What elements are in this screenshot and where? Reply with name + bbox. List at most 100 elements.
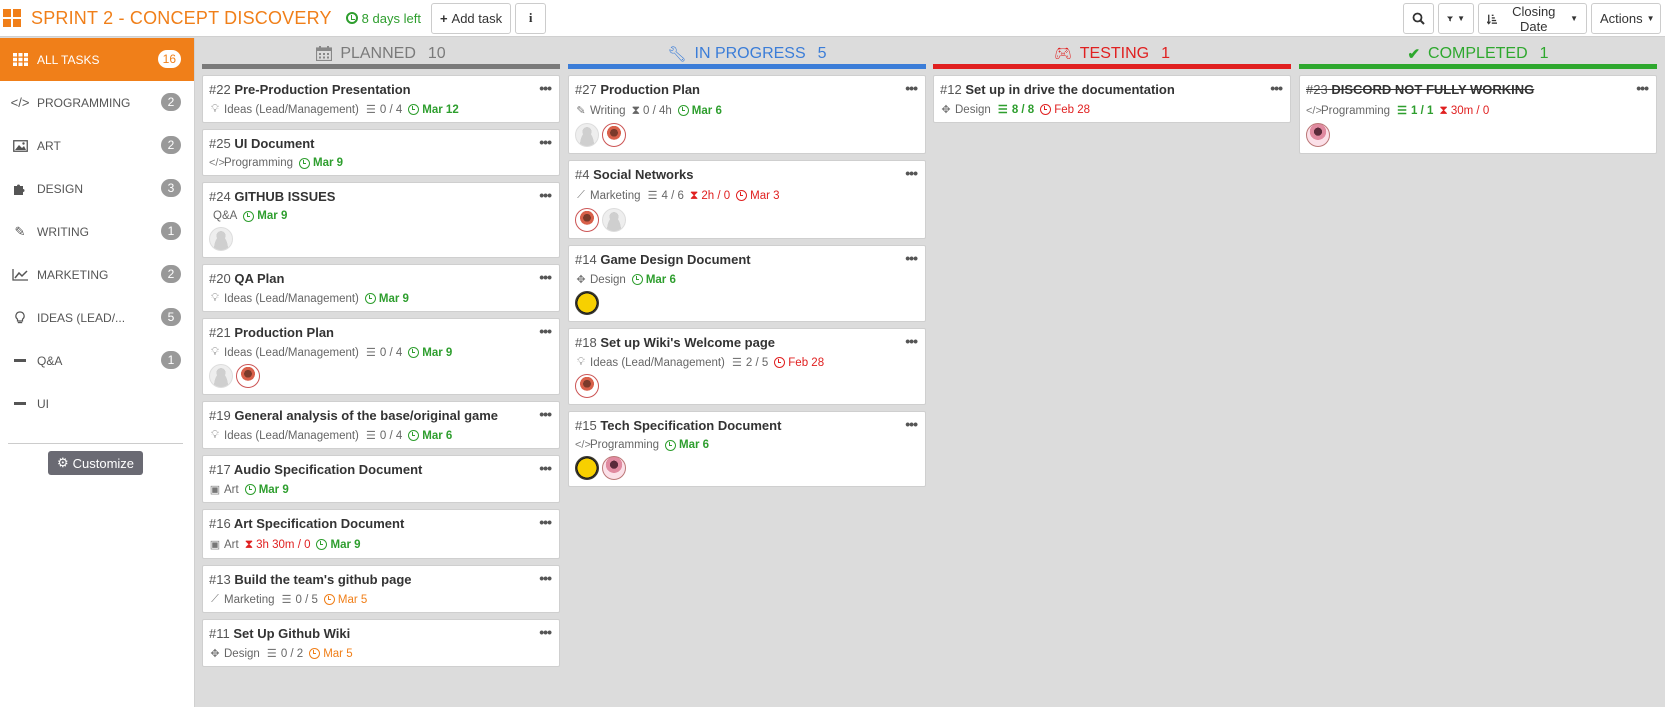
task-card[interactable]: #15 Tech Specification Document ••• </> P… (568, 411, 926, 487)
more-icon[interactable]: ••• (539, 269, 552, 285)
avatar[interactable] (602, 123, 626, 147)
clock-icon (244, 484, 256, 495)
sidebar-item-marketing[interactable]: MARKETING 2 (0, 253, 194, 296)
actions-dropdown[interactable]: Actions ▼ (1591, 3, 1661, 34)
more-icon[interactable]: ••• (905, 80, 918, 96)
task-card[interactable]: #21 Production Plan ••• 💡︎ Ideas (Lead/Ma… (202, 318, 560, 395)
chevron-down-icon: ▼ (1570, 14, 1578, 23)
more-icon[interactable]: ••• (539, 134, 552, 150)
more-icon[interactable]: ••• (539, 624, 552, 640)
sidebar-item-all-tasks[interactable]: ALL TASKS 16 (0, 38, 194, 81)
dash-icon (11, 354, 29, 368)
task-card[interactable]: #25 UI Document ••• </> Programming Mar 9 (202, 129, 560, 176)
card-meta: </> Programming ☰ 1 / 1 ⧗ 30m / 0 (1306, 103, 1490, 117)
avatar[interactable] (575, 123, 599, 147)
sidebar-item-label: DESIGN (37, 181, 84, 196)
card-meta: ▣ Art ⧗ 3h 30m / 0 Mar 9 (209, 537, 361, 551)
more-icon[interactable]: ••• (539, 514, 552, 530)
filter-button[interactable]: ▼ (1438, 3, 1474, 34)
column-color-bar (202, 64, 560, 69)
card-meta: ✎ Writing ⧗ 0 / 4h Mar 6 (576, 103, 722, 117)
top-bar: SPRINT 2 - CONCEPT DISCOVERY 8 days left… (0, 0, 1665, 37)
avatar[interactable] (575, 291, 599, 315)
task-card[interactable]: #16 Art Specification Document ••• ▣ Art … (202, 509, 560, 559)
more-icon[interactable]: ••• (905, 416, 918, 432)
sidebar-item-design[interactable]: DESIGN 3 (0, 167, 194, 210)
avatar[interactable] (1306, 123, 1330, 147)
task-card[interactable]: #13 Build the team's github page ••• ⟋ Ma… (202, 565, 560, 613)
customize-button[interactable]: ⚙ Customize (48, 451, 143, 475)
more-icon[interactable]: ••• (539, 406, 552, 422)
more-icon[interactable]: ••• (539, 323, 552, 339)
card-avatars (575, 374, 919, 398)
sidebar-item-writing[interactable]: ✎ WRITING 1 (0, 210, 194, 253)
sidebar-item-count: 5 (161, 308, 181, 326)
sidebar-item-label: IDEAS (LEAD/... (37, 310, 126, 325)
card-avatars (209, 364, 553, 388)
avatar[interactable] (575, 208, 599, 232)
task-card[interactable]: #17 Audio Specification Document ••• ▣ Ar… (202, 455, 560, 503)
avatar[interactable] (602, 208, 626, 232)
task-card[interactable]: #4 Social Networks ••• ⟋ Marketing ☰ 4 / 6… (568, 160, 926, 239)
column-header: ✔ COMPLETED 1 (1299, 38, 1657, 69)
task-card[interactable]: #14 Game Design Document ••• ✥ Design Mar… (568, 245, 926, 322)
card-title: #20 QA Plan (209, 271, 285, 286)
toolbar-right: ▼ Closing Date ▼ Actions ▼ (1403, 3, 1661, 34)
task-card[interactable]: #19 General analysis of the base/origina… (202, 401, 560, 449)
sidebar-item-qa[interactable]: Q&A 1 (0, 339, 194, 382)
sidebar-item-label: ALL TASKS (37, 52, 100, 67)
card-avatars (575, 123, 919, 147)
avatar[interactable] (209, 227, 233, 251)
avatar[interactable] (602, 456, 626, 480)
sprint-title: SPRINT 2 - CONCEPT DISCOVERY (31, 7, 332, 28)
task-card[interactable]: #23 DISCORD NOT FULLY WORKING ••• </> Pro… (1299, 75, 1657, 154)
apps-grid-icon[interactable] (3, 9, 21, 27)
more-icon[interactable]: ••• (1270, 80, 1283, 96)
task-card[interactable]: #27 Production Plan ••• ✎ Writing ⧗ 0 / 4h… (568, 75, 926, 154)
avatar[interactable] (575, 456, 599, 480)
avatar[interactable] (236, 364, 260, 388)
filter-icon (1447, 15, 1454, 22)
sidebar-item-count: 2 (161, 265, 181, 283)
task-card[interactable]: #24 GITHUB ISSUES ••• Q&A Mar 9 (202, 182, 560, 258)
grid-icon (11, 53, 29, 67)
card-title: #25 UI Document (209, 136, 315, 151)
sidebar-item-art[interactable]: ART 2 (0, 124, 194, 167)
sort-dropdown[interactable]: Closing Date ▼ (1478, 3, 1587, 34)
lightbulb-icon: 💡︎ (577, 356, 585, 368)
search-button[interactable] (1403, 3, 1434, 34)
task-card[interactable]: #12 Set up in drive the documentation ••… (933, 75, 1291, 123)
sidebar-item-ideas[interactable]: IDEAS (LEAD/... 5 (0, 296, 194, 339)
more-icon[interactable]: ••• (539, 80, 552, 96)
clock-icon (1040, 104, 1052, 115)
task-card[interactable]: #18 Set up Wiki's Welcome page ••• 💡︎ Ide… (568, 328, 926, 405)
avatar[interactable] (209, 364, 233, 388)
more-icon[interactable]: ••• (905, 250, 918, 266)
column-count: 1 (1539, 44, 1549, 62)
add-task-button[interactable]: + Add task (430, 2, 512, 34)
sidebar-item-label: PROGRAMMING (37, 95, 131, 110)
clock-icon (323, 594, 335, 605)
task-card[interactable]: #11 Set Up Github Wiki ••• ✥ Design ☰ 0 / … (202, 619, 560, 667)
sidebar-item-programming[interactable]: </> PROGRAMMING 2 (0, 81, 194, 124)
card-meta: 💡︎ Ideas (Lead/Management) ☰ 0 / 4 Mar 6 (209, 429, 553, 442)
more-icon[interactable]: ••• (539, 570, 552, 586)
more-icon[interactable]: ••• (905, 165, 918, 181)
column-in-progress: 🔧︎ IN PROGRESS 5 #27 Production Plan •••… (568, 38, 926, 487)
card-title: #12 Set up in drive the documentation (940, 82, 1175, 97)
sidebar-item-ui[interactable]: UI (0, 382, 194, 425)
more-icon[interactable]: ••• (539, 187, 552, 203)
card-title: #24 GITHUB ISSUES (209, 189, 336, 204)
image-icon (11, 139, 29, 153)
column-color-bar (933, 64, 1291, 69)
subtasks-icon: ☰ (1397, 105, 1407, 117)
task-card[interactable]: #20 QA Plan ••• 💡︎ Ideas (Lead/Management… (202, 264, 560, 312)
more-icon[interactable]: ••• (905, 333, 918, 349)
card-avatars (575, 291, 919, 315)
info-button[interactable]: i (515, 2, 547, 34)
more-icon[interactable]: ••• (1636, 80, 1649, 96)
card-meta: 💡︎ Ideas (Lead/Management) ☰ 0 / 4 Mar 9 (209, 346, 553, 359)
more-icon[interactable]: ••• (539, 460, 552, 476)
task-card[interactable]: #22 Pre-Production Presentation ••• 💡︎ Id… (202, 75, 560, 123)
avatar[interactable] (575, 374, 599, 398)
